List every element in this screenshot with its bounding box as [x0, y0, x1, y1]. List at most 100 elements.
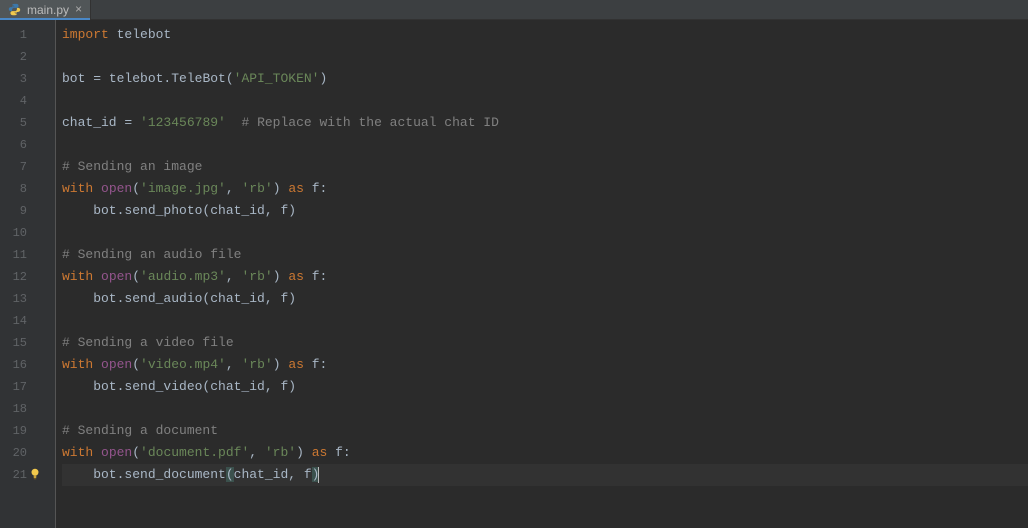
- tab-bar: main.py ×: [0, 0, 1028, 20]
- code-content[interactable]: import telebot bot = telebot.TeleBot('API…: [56, 20, 1028, 528]
- code-line[interactable]: # Sending a document: [62, 420, 1028, 442]
- close-icon[interactable]: ×: [75, 3, 82, 17]
- code-token: bot.send_audio(chat_id: [62, 291, 265, 306]
- code-line[interactable]: with open('image.jpg', 'rb') as f:: [62, 178, 1028, 200]
- code-token: as: [288, 181, 311, 196]
- code-line[interactable]: [62, 134, 1028, 156]
- code-line[interactable]: # Sending an image: [62, 156, 1028, 178]
- code-line[interactable]: # Sending an audio file: [62, 244, 1028, 266]
- code-token: f): [280, 203, 296, 218]
- code-token: # Sending a document: [62, 423, 218, 438]
- code-token: ,: [226, 357, 242, 372]
- fold-bar: [42, 20, 56, 528]
- code-token: telebot: [117, 27, 172, 42]
- code-token: ,: [226, 269, 242, 284]
- code-token: ,: [226, 181, 242, 196]
- code-token: # Sending an audio file: [62, 247, 241, 262]
- code-token: bot.send_document: [62, 467, 226, 482]
- code-line[interactable]: [62, 222, 1028, 244]
- tab-label: main.py: [27, 3, 69, 17]
- code-token: # Sending a video file: [62, 335, 234, 350]
- code-line[interactable]: with open('video.mp4', 'rb') as f:: [62, 354, 1028, 376]
- code-area[interactable]: 123456789101112131415161718192021 import…: [0, 20, 1028, 528]
- line-number: 6: [0, 134, 41, 156]
- code-token: (: [132, 181, 140, 196]
- line-number: 1: [0, 24, 41, 46]
- code-token: (: [132, 357, 140, 372]
- code-token: open: [101, 445, 132, 460]
- code-token: 'document.pdf': [140, 445, 249, 460]
- code-line[interactable]: bot.send_photo(chat_id, f): [62, 200, 1028, 222]
- file-tab-main-py[interactable]: main.py ×: [0, 0, 91, 19]
- code-token: with: [62, 357, 101, 372]
- code-line[interactable]: with open('document.pdf', 'rb') as f:: [62, 442, 1028, 464]
- code-line[interactable]: bot.send_video(chat_id, f): [62, 376, 1028, 398]
- code-token: as: [288, 357, 311, 372]
- code-line[interactable]: with open('audio.mp3', 'rb') as f:: [62, 266, 1028, 288]
- code-line[interactable]: bot = telebot.TeleBot('API_TOKEN'): [62, 68, 1028, 90]
- text-caret: [318, 467, 319, 483]
- code-token: ): [273, 181, 289, 196]
- line-number: 20: [0, 442, 41, 464]
- code-token: ,: [265, 291, 281, 306]
- code-token: as: [312, 445, 335, 460]
- code-token: bot.send_video(chat_id: [62, 379, 265, 394]
- code-token: bot.send_photo(chat_id: [62, 203, 265, 218]
- line-number: 4: [0, 90, 41, 112]
- code-token: 'audio.mp3': [140, 269, 226, 284]
- code-token: # Replace with the actual chat ID: [226, 115, 499, 130]
- code-token: ): [296, 445, 312, 460]
- line-number: 9: [0, 200, 41, 222]
- code-token: f:: [312, 357, 328, 372]
- code-token: ): [319, 71, 327, 86]
- line-number: 5: [0, 112, 41, 134]
- code-line[interactable]: [62, 398, 1028, 420]
- code-token: f): [280, 379, 296, 394]
- code-token: 'image.jpg': [140, 181, 226, 196]
- code-token: 'rb': [241, 269, 272, 284]
- code-line[interactable]: chat_id = '123456789' # Replace with the…: [62, 112, 1028, 134]
- line-number: 13: [0, 288, 41, 310]
- code-line[interactable]: # Sending a video file: [62, 332, 1028, 354]
- code-line[interactable]: bot.send_audio(chat_id, f): [62, 288, 1028, 310]
- line-number: 18: [0, 398, 41, 420]
- code-line[interactable]: [62, 310, 1028, 332]
- code-token: ,: [265, 379, 281, 394]
- code-token: 'rb': [241, 357, 272, 372]
- code-token: ,: [265, 203, 281, 218]
- python-file-icon: [8, 3, 21, 16]
- code-token: f:: [312, 181, 328, 196]
- code-token: open: [101, 181, 132, 196]
- code-token: f:: [335, 445, 351, 460]
- line-number: 16: [0, 354, 41, 376]
- code-token: 'API_TOKEN': [234, 71, 320, 86]
- line-number: 2: [0, 46, 41, 68]
- code-token: 'video.mp4': [140, 357, 226, 372]
- line-number: 12: [0, 266, 41, 288]
- code-token: 'rb': [265, 445, 296, 460]
- code-token: (: [132, 269, 140, 284]
- code-token: bot: [62, 71, 93, 86]
- line-number: 7: [0, 156, 41, 178]
- code-token: import: [62, 27, 117, 42]
- code-token: ,: [249, 445, 265, 460]
- line-number: 8: [0, 178, 41, 200]
- code-line[interactable]: bot.send_document(chat_id, f): [62, 464, 1028, 486]
- line-number: 11: [0, 244, 41, 266]
- code-token: with: [62, 269, 101, 284]
- code-token: =: [93, 71, 109, 86]
- code-token: chat_id: [62, 115, 124, 130]
- code-token: (: [132, 445, 140, 460]
- code-token: chat_id: [234, 467, 289, 482]
- code-token: (: [226, 467, 234, 482]
- line-number: 17: [0, 376, 41, 398]
- line-number: 19: [0, 420, 41, 442]
- code-token: telebot.TeleBot(: [109, 71, 234, 86]
- code-line[interactable]: [62, 90, 1028, 112]
- code-line[interactable]: [62, 46, 1028, 68]
- code-token: =: [124, 115, 140, 130]
- line-number: 3: [0, 68, 41, 90]
- code-token: f: [304, 467, 312, 482]
- code-line[interactable]: import telebot: [62, 24, 1028, 46]
- intention-bulb-icon[interactable]: [28, 467, 42, 481]
